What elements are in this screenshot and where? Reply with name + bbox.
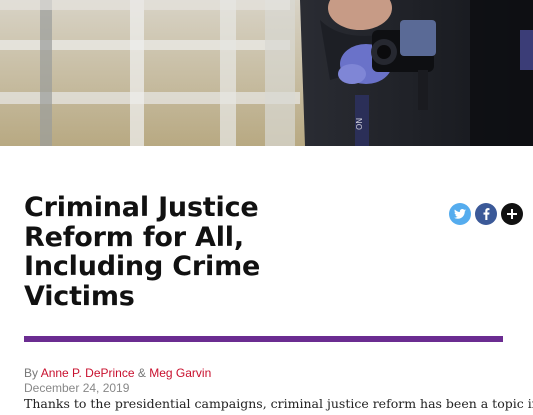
byline: By Anne P. DePrince & Meg Garvin xyxy=(24,366,211,380)
more-share-button[interactable] xyxy=(501,203,523,225)
facebook-icon xyxy=(483,208,489,220)
twitter-share-button[interactable] xyxy=(449,203,471,225)
byline-prefix: By xyxy=(24,366,39,380)
article-lede: Thanks to the presidential campaigns, cr… xyxy=(24,396,533,411)
svg-text:ON: ON xyxy=(355,118,364,130)
publish-date: December 24, 2019 xyxy=(24,381,130,395)
twitter-icon xyxy=(454,209,466,219)
hero-image: ON xyxy=(0,0,533,146)
author-link-2[interactable]: Meg Garvin xyxy=(149,366,211,380)
article-title: Criminal Justice Reform for All, Includi… xyxy=(24,192,261,312)
hero-photo: ON xyxy=(0,0,533,146)
title-divider xyxy=(24,336,503,342)
author-separator: & xyxy=(137,366,146,380)
plus-icon xyxy=(507,209,517,219)
author-link-1[interactable]: Anne P. DePrince xyxy=(41,366,135,380)
facebook-share-button[interactable] xyxy=(475,203,497,225)
share-buttons xyxy=(449,203,523,225)
